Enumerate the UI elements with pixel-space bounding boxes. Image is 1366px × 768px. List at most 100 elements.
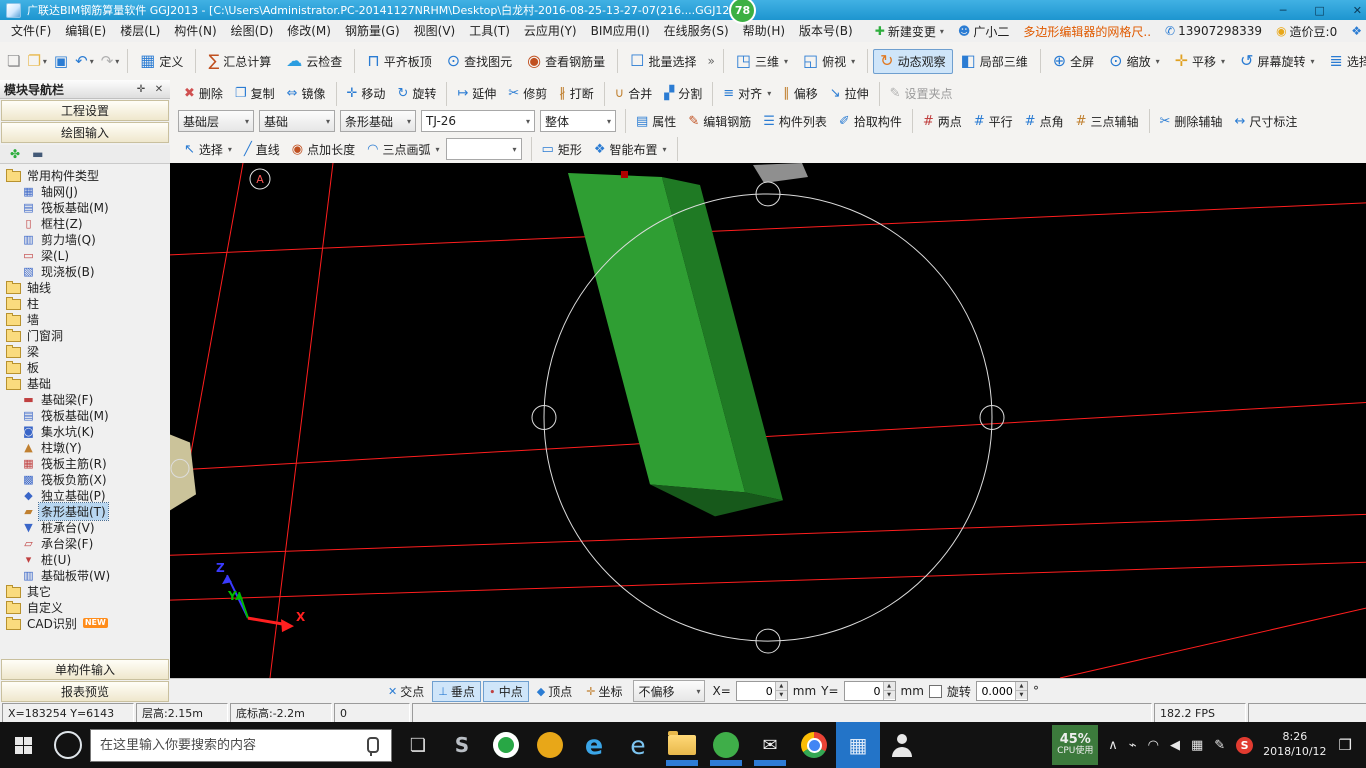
collapse-tree-icon[interactable]: ▬ bbox=[32, 147, 43, 161]
overflow-chevron-icon[interactable]: » bbox=[708, 54, 715, 68]
notice-ticker[interactable]: 多边形编辑器的网格尺.. bbox=[1023, 23, 1151, 40]
stepper-arrows-icon[interactable] bbox=[774, 682, 787, 700]
tree-item[interactable]: ▤ 筏板基础(M) bbox=[0, 407, 170, 423]
point-length-button[interactable]: ◉ 点加长度 bbox=[286, 139, 361, 160]
tree-item[interactable]: ▥ 基础板带(W) bbox=[0, 567, 170, 583]
merge-button[interactable]: ∪ 合并 bbox=[609, 83, 659, 104]
edit-rebar-button[interactable]: ✎ 编辑钢筋 bbox=[682, 111, 757, 132]
task-view-button[interactable]: ❏ bbox=[396, 722, 440, 768]
hidden-icons-caret[interactable]: ∧ bbox=[1108, 738, 1118, 753]
tree-item[interactable]: 板 bbox=[0, 359, 170, 375]
component-list-button[interactable]: ☰ 构件列表 bbox=[757, 111, 833, 132]
cloud-check-button[interactable]: ☁ 云检查 bbox=[279, 49, 349, 74]
report-preview-button[interactable]: 报表预览 bbox=[1, 681, 169, 702]
dimension-button[interactable]: ↔ 尺寸标注 bbox=[1228, 111, 1303, 132]
single-component-button[interactable]: 单构件输入 bbox=[1, 659, 169, 680]
top-view-button[interactable]: ◱ 俯视 ▾ bbox=[796, 49, 862, 74]
add-component-icon[interactable]: ✤ bbox=[10, 147, 20, 161]
menu-item[interactable]: 编辑(E) bbox=[58, 21, 113, 42]
ggj-app[interactable]: ▦ bbox=[836, 722, 880, 768]
midpoint-snap-toggle[interactable]: ∙ 中点 bbox=[482, 680, 529, 702]
viewport-3d[interactable]: A Z Y X bbox=[170, 163, 1366, 678]
intersection-snap-toggle[interactable]: ✕ 交点 bbox=[382, 681, 430, 702]
titlebar[interactable]: 广联达BIM钢筋算量软件 GGJ2013 - [C:\Users\Adminis… bbox=[0, 0, 1366, 20]
zaojiadou-item[interactable]: ◉ 造价豆:0 bbox=[1276, 23, 1337, 40]
trim-button[interactable]: ✂ 修剪 bbox=[502, 83, 553, 104]
move-button[interactable]: ✛ 移动 bbox=[341, 83, 392, 104]
stepper-arrows-icon[interactable] bbox=[1014, 682, 1027, 700]
three-point-auxaxis-button[interactable]: # 三点辅轴 bbox=[1070, 111, 1145, 132]
menu-item[interactable]: 构件(N) bbox=[167, 21, 223, 42]
app-green-ring[interactable] bbox=[484, 722, 528, 768]
menu-item[interactable]: BIM应用(I) bbox=[584, 21, 657, 42]
draw-input-button[interactable]: 绘图输入 bbox=[1, 122, 169, 143]
menu-item[interactable]: 云应用(Y) bbox=[517, 21, 584, 42]
mirror-button[interactable]: ⇔ 镜像 bbox=[281, 83, 332, 104]
pin-icon[interactable]: ✛ bbox=[134, 84, 148, 95]
cortana-icon[interactable] bbox=[54, 731, 82, 759]
define-button[interactable]: ▦ 定义 bbox=[133, 49, 190, 74]
menu-item[interactable]: 修改(M) bbox=[280, 21, 338, 42]
mail-app[interactable]: ✉ bbox=[748, 722, 792, 768]
tree-item[interactable]: ▩ 筏板负筋(X) bbox=[0, 471, 170, 487]
break-button[interactable]: ∦ 打断 bbox=[553, 83, 600, 104]
tree-item[interactable]: ▬ 基础梁(F) bbox=[0, 391, 170, 407]
tree-item[interactable]: ▧ 现浇板(B) bbox=[0, 263, 170, 279]
properties-button[interactable]: ▤ 属性 bbox=[630, 111, 682, 132]
minimize-button[interactable]: ─ bbox=[1280, 4, 1287, 17]
app-green-ball[interactable] bbox=[704, 722, 748, 768]
project-settings-button[interactable]: 工程设置 bbox=[1, 100, 169, 121]
zoom-button[interactable]: ⊙ 缩放 ▾ bbox=[1102, 49, 1166, 74]
screen-rotate-button[interactable]: ↺ 屏幕旋转 ▾ bbox=[1233, 49, 1321, 74]
view-rebar-button[interactable]: ◉ 查看钢筋量 bbox=[520, 49, 612, 74]
assistant-item[interactable]: ❖ bbox=[1351, 24, 1362, 38]
tree-item[interactable]: 基础 bbox=[0, 375, 170, 391]
rect-tool-button[interactable]: ▭ 矩形 bbox=[536, 139, 588, 160]
tree-item[interactable]: ▲ 柱墩(Y) bbox=[0, 439, 170, 455]
tree-item[interactable]: ▾ 桩(U) bbox=[0, 551, 170, 567]
copy-button[interactable]: ❐ 复制 bbox=[229, 83, 281, 104]
angle-input[interactable] bbox=[976, 684, 1015, 698]
select-floor-button[interactable]: ≣选择楼层 bbox=[1322, 49, 1366, 74]
taskbar-clock[interactable]: 8:26 2018/10/12 bbox=[1263, 730, 1326, 760]
tree-item[interactable]: 梁 bbox=[0, 343, 170, 359]
menu-item[interactable]: 楼层(L) bbox=[113, 21, 167, 42]
menu-item[interactable]: 钢筋量(G) bbox=[338, 21, 407, 42]
cpu-usage-badge[interactable]: 45% CPU使用 bbox=[1052, 725, 1099, 765]
type-select[interactable]: 条形基础 ▾ bbox=[340, 110, 416, 132]
select-tool-button[interactable]: ↖ 选择 ▾ bbox=[178, 139, 238, 160]
phone-contact[interactable]: ✆ 13907298339 bbox=[1165, 24, 1262, 38]
tree-item[interactable]: 常用构件类型 bbox=[0, 167, 170, 183]
stepper-arrows-icon[interactable] bbox=[882, 682, 895, 700]
delete-button[interactable]: ✖ 删除 bbox=[178, 83, 229, 104]
offset-mode-select[interactable]: 不偏移 ▾ bbox=[633, 680, 706, 702]
batch-select-button[interactable]: ☐ 批量选择 bbox=[623, 49, 703, 74]
pick-component-button[interactable]: ✐ 拾取构件 bbox=[833, 111, 908, 132]
close-button[interactable]: ✕ bbox=[1353, 4, 1362, 17]
tree-item[interactable]: 轴线 bbox=[0, 279, 170, 295]
volume-icon[interactable]: ◀ bbox=[1170, 738, 1180, 753]
rotate-checkbox[interactable] bbox=[928, 684, 942, 698]
tree-item[interactable]: ◙ 集水坑(K) bbox=[0, 423, 170, 439]
smart-layout-button[interactable]: ❖ 智能布置 ▾ bbox=[588, 139, 673, 160]
fullscreen-button[interactable]: ⊕ 全屏 bbox=[1046, 49, 1101, 74]
sogou-ime-icon[interactable]: S bbox=[1236, 736, 1254, 754]
menu-item[interactable]: 版本号(B) bbox=[792, 21, 860, 42]
people-app[interactable] bbox=[880, 722, 924, 768]
tree-item[interactable]: ▯ 框柱(Z) bbox=[0, 215, 170, 231]
guangxiaoer-menu[interactable]: ☻ 广小二 bbox=[958, 23, 1010, 40]
undo-button[interactable]: ↶ ▾ bbox=[72, 50, 97, 72]
sogou-app[interactable]: S bbox=[440, 722, 484, 768]
align-slab-top-button[interactable]: ⊓ 平齐板顶 bbox=[360, 49, 439, 74]
tree-item[interactable]: CAD识别 NEW bbox=[0, 615, 170, 631]
microphone-icon[interactable] bbox=[367, 737, 379, 756]
tree-item[interactable]: 其它 bbox=[0, 583, 170, 599]
pan-button[interactable]: ✛ 平移 ▾ bbox=[1168, 49, 1232, 74]
stretch-button[interactable]: ↘ 拉伸 bbox=[824, 83, 875, 104]
view-3d-button[interactable]: ◳ 三维 ▾ bbox=[729, 49, 795, 74]
tree-item[interactable]: ▤ 筏板基础(M) bbox=[0, 199, 170, 215]
search-input[interactable] bbox=[91, 737, 367, 753]
tree-item[interactable]: 门窗洞 bbox=[0, 327, 170, 343]
new-file-button[interactable]: ❏ bbox=[4, 50, 23, 72]
new-change-menu[interactable]: ✚ 新建变更 ▾ bbox=[875, 23, 944, 40]
